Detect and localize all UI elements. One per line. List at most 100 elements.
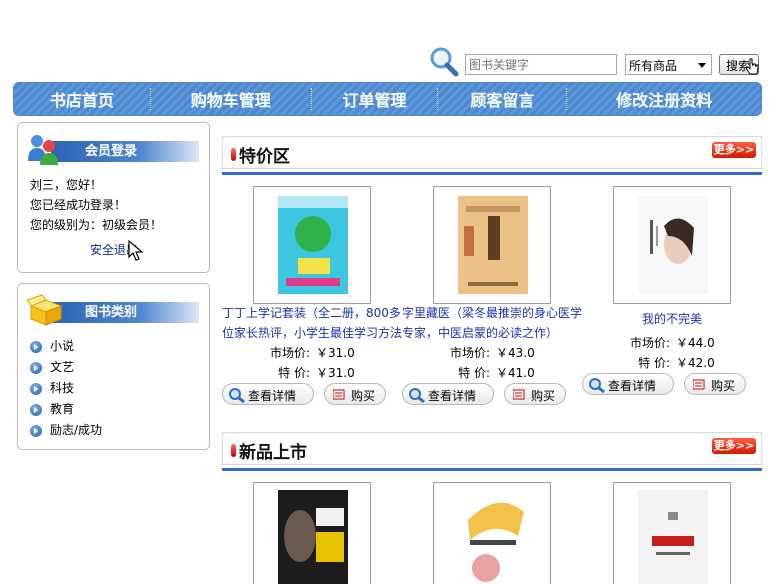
product-name-link[interactable]: 丁丁上学记套装（全二册，800多位家长热评，小学生最佳学习方法 <box>222 303 412 343</box>
market-price-value: ￥43.0 <box>496 346 535 360</box>
market-price-value: ￥31.0 <box>316 346 355 360</box>
product-cover-frame[interactable] <box>253 186 371 304</box>
login-message: 您已经成功登录！ <box>30 198 127 212</box>
member-login-box: 会员登录 刘三，您好！ 您已经成功登录！ 您的级别为：初级会员！ 安全退出 <box>17 122 210 273</box>
market-price-label: 市场价: <box>269 346 310 360</box>
product-cover-frame[interactable] <box>613 482 731 584</box>
category-select[interactable]: 所有商品 <box>625 54 712 75</box>
category-item[interactable]: 科技 <box>30 378 102 399</box>
view-details-label: 查看详情 <box>428 389 477 403</box>
search-bar: 所有商品 搜索 <box>428 46 768 78</box>
market-price-value: ￥44.0 <box>676 336 715 350</box>
login-status: 刘三，您好！ 您已经成功登录！ 您的级别为：初级会员！ <box>30 175 162 235</box>
nav-orders[interactable]: 订单管理 <box>312 83 438 115</box>
book-cover-image <box>458 196 528 294</box>
new-more-button[interactable]: 更多>> <box>712 438 756 454</box>
category-label: 教育 <box>50 402 75 416</box>
special-price-row: 特 价: ￥41.0 <box>402 363 582 383</box>
product-name-link[interactable]: 我的不完美 <box>582 309 762 329</box>
product-name-link[interactable]: 字里藏医（梁冬最推崇的身心医学专家，中医启蒙的必读之作） <box>402 303 592 343</box>
category-label: 励志/成功 <box>50 423 103 437</box>
new-section-title: 新品上市 <box>239 443 307 463</box>
special-price-row: 特 价: ￥42.0 <box>582 353 762 373</box>
arrow-bullet-icon <box>30 403 42 416</box>
buy-label: 购买 <box>351 389 376 403</box>
section-divider <box>222 172 762 175</box>
member-login-header: 会员登录 <box>27 133 199 165</box>
book-category-box: 图书类别 小说 文艺 科技 教育 励志/成功 <box>17 283 210 450</box>
product-cover-frame[interactable] <box>613 186 731 304</box>
book-cover-image <box>638 490 708 584</box>
section-marker <box>231 148 236 161</box>
section-divider <box>222 468 762 471</box>
category-label: 科技 <box>50 381 75 395</box>
nav-divider <box>310 88 312 110</box>
nav-home[interactable]: 书店首页 <box>14 83 150 115</box>
special-more-button[interactable]: 更多>> <box>712 142 756 158</box>
special-price-value: ￥31.0 <box>316 366 355 380</box>
view-details-label: 查看详情 <box>608 379 657 393</box>
member-level: 您的级别为：初级会员！ <box>30 218 163 232</box>
view-details-label: 查看详情 <box>248 389 297 403</box>
magnifier-icon <box>430 47 459 77</box>
buy-label: 购买 <box>711 379 736 393</box>
search-input[interactable] <box>465 54 617 75</box>
special-section-header: 特价区 更多>> <box>222 136 762 169</box>
category-list: 小说 文艺 科技 教育 励志/成功 <box>30 336 102 441</box>
buy-label: 购买 <box>531 389 556 403</box>
special-price-label: 特 价: <box>638 356 670 370</box>
market-price-row: 市场价: ￥44.0 <box>582 333 762 353</box>
nav-divider <box>149 88 151 110</box>
buy-button[interactable]: 购买 <box>504 383 566 405</box>
book-cover-image <box>638 196 708 294</box>
category-select-value: 所有商品 <box>629 59 678 73</box>
book-cover-image <box>458 490 528 584</box>
chevron-down-icon <box>698 63 706 68</box>
arrow-bullet-icon <box>30 361 42 374</box>
category-label: 文艺 <box>50 360 75 374</box>
cart-icon <box>513 389 525 400</box>
nav-divider <box>566 88 568 110</box>
category-item[interactable]: 励志/成功 <box>30 420 102 441</box>
product-cover-frame[interactable] <box>433 482 551 584</box>
cart-icon <box>333 389 345 400</box>
member-login-title: 会员登录 <box>84 144 137 159</box>
buy-button[interactable]: 购买 <box>324 383 386 405</box>
arrow-bullet-icon <box>30 424 42 437</box>
special-price-label: 特 价: <box>278 366 310 380</box>
category-label: 小说 <box>50 339 75 353</box>
book-cover-image <box>278 196 348 294</box>
magnifier-icon <box>589 378 605 393</box>
category-item[interactable]: 小说 <box>30 336 102 357</box>
market-price-label: 市场价: <box>449 346 490 360</box>
view-details-button[interactable]: 查看详情 <box>582 373 674 395</box>
special-price-value: ￥41.0 <box>496 366 535 380</box>
view-details-button[interactable]: 查看详情 <box>222 383 314 405</box>
buy-button[interactable]: 购买 <box>684 373 746 395</box>
magnifier-icon <box>229 388 245 403</box>
category-item[interactable]: 文艺 <box>30 357 102 378</box>
category-item[interactable]: 教育 <box>30 399 102 420</box>
book-category-header: 图书类别 <box>27 294 199 326</box>
pointer-cursor-icon <box>745 58 759 75</box>
product-cover-frame[interactable] <box>253 482 371 584</box>
nav-cart[interactable]: 购物车管理 <box>151 83 311 115</box>
nav-edit-profile[interactable]: 修改注册资料 <box>567 83 761 115</box>
view-details-button[interactable]: 查看详情 <box>402 383 494 405</box>
product-cover-frame[interactable] <box>433 186 551 304</box>
magnifier-icon <box>409 388 425 403</box>
arrow-bullet-icon <box>30 340 42 353</box>
market-price-row: 市场价: ￥31.0 <box>222 343 402 363</box>
nav-guestbook[interactable]: 顾客留言 <box>438 83 566 115</box>
special-price-row: 特 价: ￥31.0 <box>222 363 402 383</box>
main-nav: 书店首页 购物车管理 订单管理 顾客留言 修改注册资料 <box>13 82 762 116</box>
market-price-row: 市场价: ￥43.0 <box>402 343 582 363</box>
special-price-value: ￥42.0 <box>676 356 715 370</box>
market-price-label: 市场价: <box>629 336 670 350</box>
login-greeting: 刘三，您好！ <box>30 178 103 192</box>
book-cover-image <box>278 490 348 584</box>
cart-icon <box>693 379 705 390</box>
arrow-bullet-icon <box>30 382 42 395</box>
book-category-title: 图书类别 <box>84 305 137 320</box>
nav-divider <box>437 88 439 110</box>
